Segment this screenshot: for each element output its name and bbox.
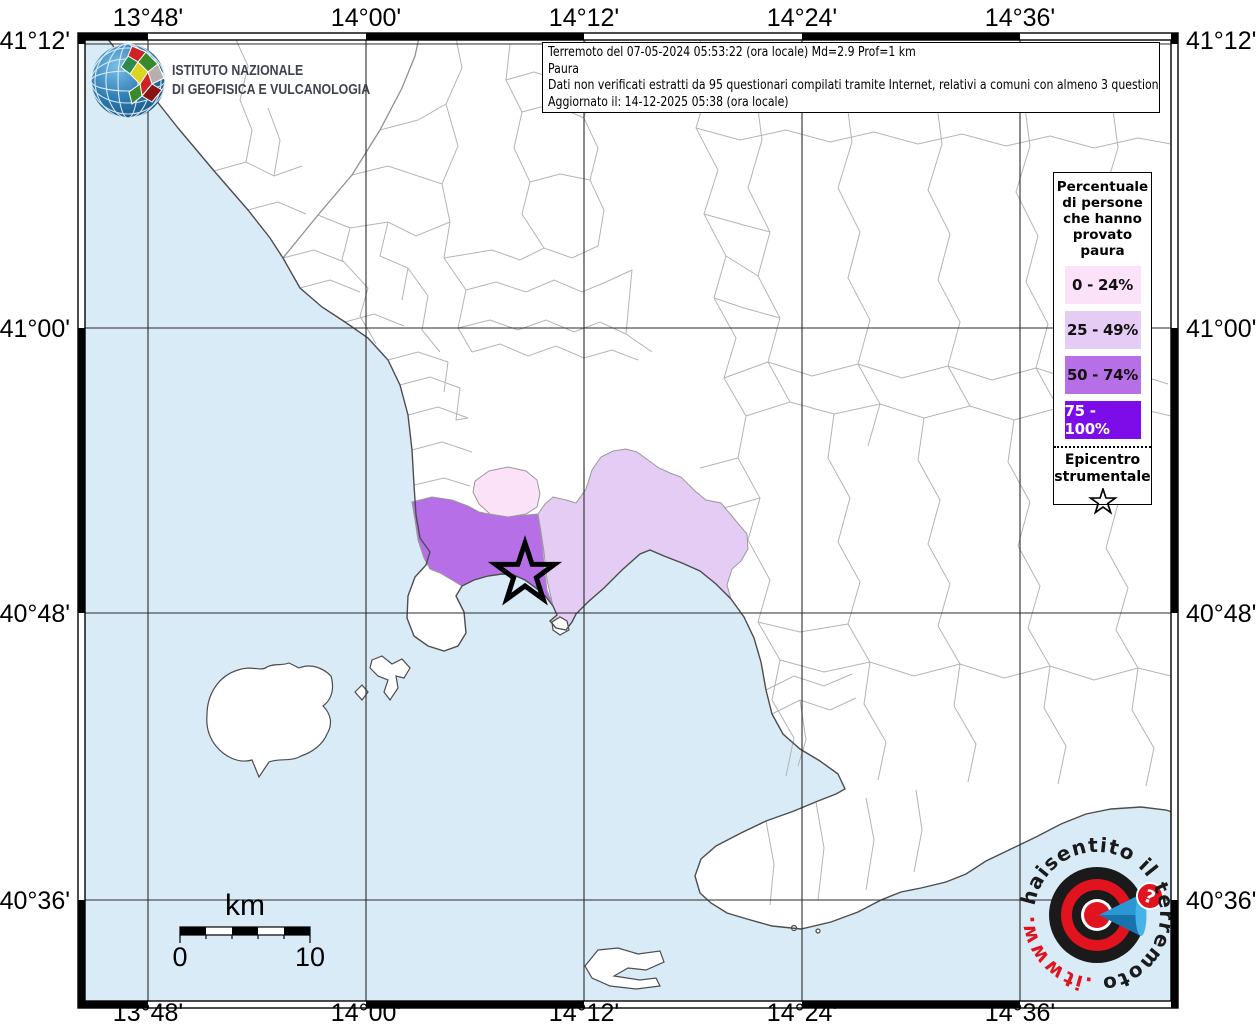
info-line-effect: Paura [548, 62, 1160, 79]
axis-label-right-0: 41°12' [1186, 27, 1256, 55]
axis-label-top-4: 14°36' [985, 4, 1055, 32]
axis-label-top-2: 14°12' [549, 4, 619, 32]
li-galli-islet [816, 929, 820, 933]
axis-label-right-1: 41°00' [1186, 315, 1256, 343]
legend-epicenter-label-line1: Epicentro [1054, 452, 1151, 469]
legend-star-icon [1088, 488, 1118, 516]
axis-label-left-1: 41°00' [0, 315, 70, 343]
axis-label-right-3: 40°36' [1186, 887, 1256, 915]
axis-label-right-2: 40°48' [1186, 600, 1256, 628]
legend-title-line: provato [1054, 227, 1151, 243]
ingv-name-line1: ISTITUTO NAZIONALE [172, 62, 370, 81]
legend-title-line: Percentuale [1054, 179, 1151, 195]
legend-swatch-75-100: 75 - 100% [1065, 401, 1141, 439]
axis-label-left-2: 40°48' [0, 600, 70, 628]
axis-label-left-3: 40°36' [0, 887, 70, 915]
axis-label-bottom-1: 14°00' [331, 999, 401, 1024]
info-line-source: Dati non verificati estratti da 95 quest… [548, 78, 1160, 95]
legend-title-line: di persone [1054, 195, 1151, 211]
axis-label-bottom-0: 13°48' [113, 999, 183, 1024]
axis-label-top-3: 14°24' [767, 4, 837, 32]
legend-separator [1054, 446, 1151, 448]
scale-start-label: 0 [172, 942, 187, 972]
legend-epicenter-label-line2: strumentale [1054, 469, 1151, 486]
earthquake-info-box: Terremoto del 07-05-2024 05:53:22 (ora l… [542, 42, 1160, 113]
scale-end-label: 10 [295, 942, 325, 972]
legend-swatch-25-49: 25 - 49% [1065, 311, 1141, 349]
legend: Percentuale di persone che hanno provato… [1053, 172, 1152, 505]
axis-label-bottom-3: 14°24' [767, 999, 837, 1024]
axis-label-top-1: 14°00' [331, 4, 401, 32]
ingv-logo: ISTITUTO NAZIONALE DI GEOFISICA E VULCAN… [88, 42, 405, 120]
map-svg: km 0 10 ? [0, 0, 1256, 1024]
scale-unit-label: km [225, 889, 265, 922]
axis-label-top-0: 13°48' [113, 4, 183, 32]
info-line-updated: Aggiornato il: 14-12-2025 05:38 (ora loc… [548, 95, 1160, 112]
axis-label-bottom-2: 14°12' [549, 999, 619, 1024]
map-page: km 0 10 ? [0, 0, 1256, 1024]
ingv-name-line2: DI GEOFISICA E VULCANOLOGIA [172, 81, 370, 100]
info-line-event: Terremoto del 07-05-2024 05:53:22 (ora l… [548, 45, 1160, 62]
legend-title: Percentuale di persone che hanno provato… [1054, 179, 1151, 259]
legend-swatch-0-24: 0 - 24% [1065, 266, 1141, 304]
legend-title-line: che hanno [1054, 211, 1151, 227]
axis-label-left-0: 41°12' [0, 27, 70, 55]
legend-title-line: paura [1054, 243, 1151, 259]
legend-swatch-50-74: 50 - 74% [1065, 356, 1141, 394]
axis-label-bottom-4: 14°36' [985, 999, 1055, 1024]
ingv-globe-icon [88, 42, 168, 120]
